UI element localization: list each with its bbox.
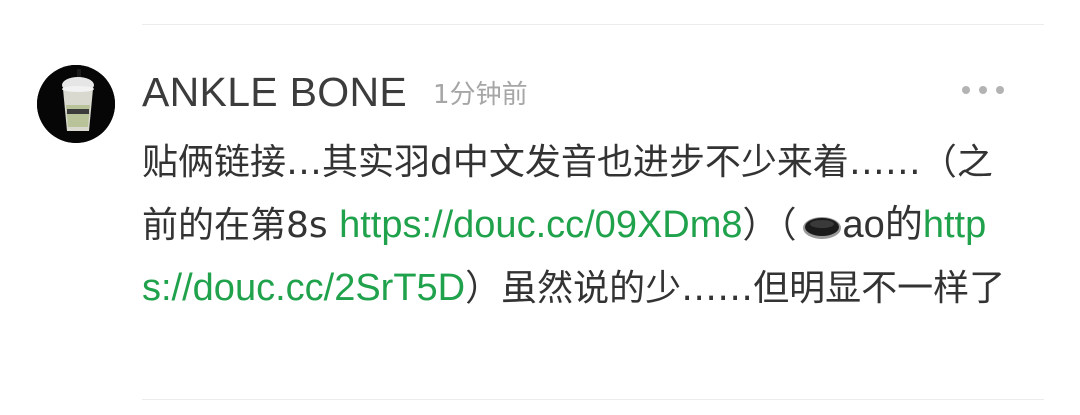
more-options-icon[interactable] — [962, 82, 1004, 98]
comment-text-part: ）（ — [742, 205, 797, 246]
comment-text-part: 贴俩链接…其实羽d中文发音也进步不少来着…… — [142, 142, 921, 183]
dot — [962, 86, 970, 94]
dot — [979, 86, 987, 94]
comment-header: ANKLE BONE 1分钟前 — [142, 64, 528, 120]
comment-text-part: ）虽然说的少……但明显不一样了 — [465, 268, 1006, 309]
comment-time: 1分钟前 — [433, 79, 528, 110]
dot — [996, 86, 1004, 94]
bottom-divider — [142, 399, 1044, 400]
avatar[interactable] — [37, 65, 115, 143]
top-divider — [142, 24, 1044, 25]
avatar-drink-cup-icon — [37, 65, 115, 143]
username[interactable]: ANKLE BONE — [142, 69, 407, 116]
comment-text: 贴俩链接…其实羽d中文发音也进步不少来着……（之前的在第8s https://d… — [142, 132, 1022, 320]
hole-emoji-icon — [802, 217, 841, 239]
comment-link-1[interactable]: https://douc.cc/09XDm8 — [339, 204, 742, 246]
comment-text-part: ao的 — [842, 204, 923, 246]
